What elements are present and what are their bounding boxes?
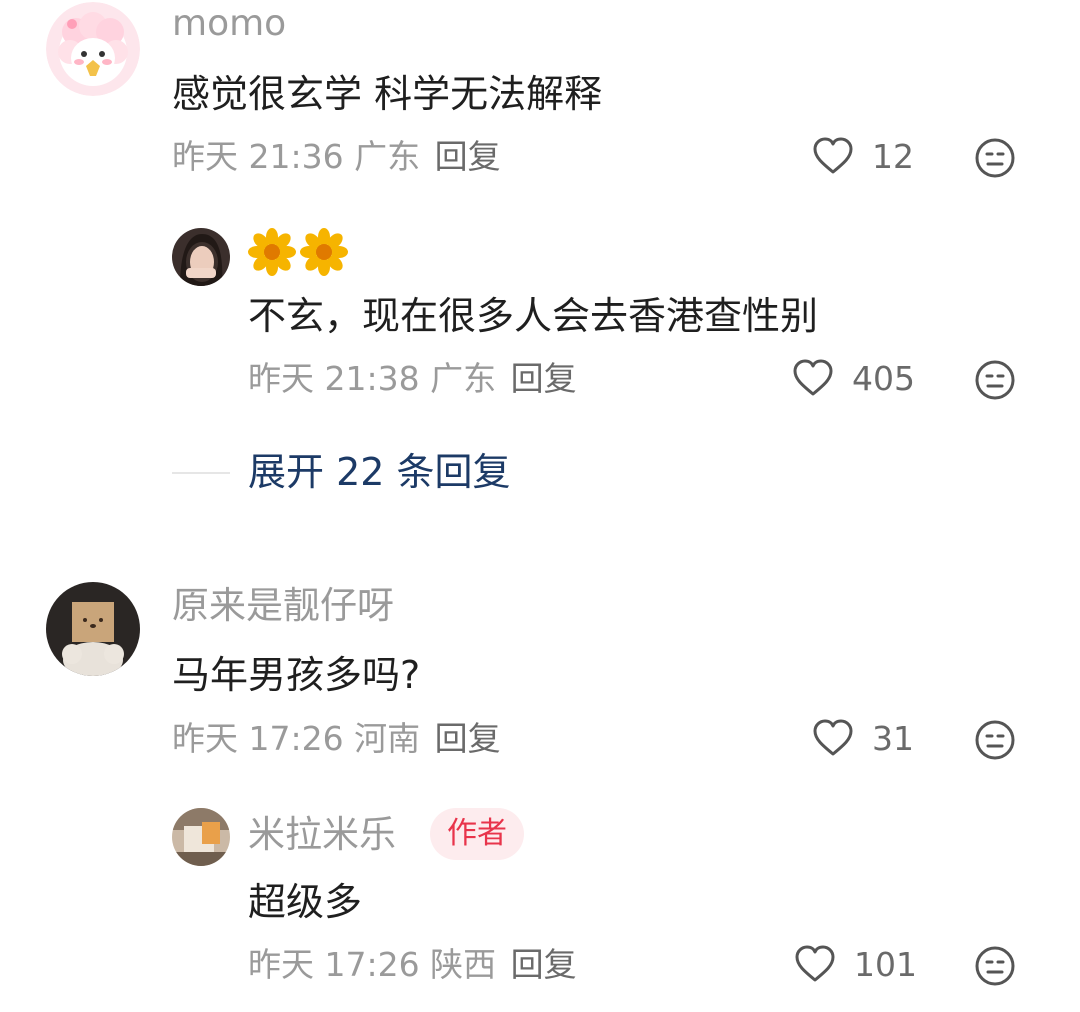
avatar-reply-user[interactable] [172,228,230,286]
like-count: 12 [872,137,914,176]
neutral-face-icon[interactable] [974,137,1016,179]
comment-location: 河南 [354,719,421,758]
reply-content: 不玄，现在很多人会去香港查性别 [248,294,819,338]
author-badge: 作者 [430,808,524,860]
heart-outline-icon[interactable] [812,719,854,757]
reply-username[interactable]: 米拉米乐 [248,816,396,853]
comment-content: 马年男孩多吗? [172,653,421,697]
like-count: 405 [852,359,915,398]
comment-meta: 昨天 17:26 河南 回复 [172,722,501,755]
heart-outline-icon[interactable] [812,137,854,175]
avatar-commenter[interactable] [46,582,140,676]
neutral-face-icon[interactable] [974,719,1016,761]
like-count: 101 [854,945,917,984]
comment-time: 昨天 17:26 [172,719,344,758]
reply-button[interactable]: 回复 [511,945,577,984]
comment-username[interactable]: 原来是靓仔呀 [172,587,394,624]
sunflower-emoji [248,228,348,280]
heart-outline-icon[interactable] [794,945,836,983]
reply-time: 昨天 21:38 [248,359,420,398]
comment-location: 广东 [354,137,421,176]
reply-location: 陕西 [430,945,497,984]
comment-time: 昨天 21:36 [172,137,344,176]
like-count: 31 [872,719,914,758]
comment-username[interactable]: momo [172,6,286,42]
reply-location: 广东 [430,359,497,398]
reply-button[interactable]: 回复 [435,137,501,176]
heart-outline-icon[interactable] [792,359,834,397]
expand-divider [172,472,230,474]
avatar-momo[interactable] [46,2,140,96]
expand-replies-button[interactable]: 展开 22 条回复 [248,453,511,491]
reply-button[interactable]: 回复 [511,359,577,398]
avatar-author[interactable] [172,808,230,866]
neutral-face-icon[interactable] [974,359,1016,401]
reply-content: 超级多 [248,880,363,924]
reply-meta: 昨天 21:38 广东 回复 [248,362,577,395]
comment-content: 感觉很玄学 科学无法解释 [172,72,603,116]
reply-meta: 昨天 17:26 陕西 回复 [248,948,577,981]
neutral-face-icon[interactable] [974,945,1016,987]
comment-meta: 昨天 21:36 广东 回复 [172,140,501,173]
reply-button[interactable]: 回复 [435,719,501,758]
reply-time: 昨天 17:26 [248,945,420,984]
